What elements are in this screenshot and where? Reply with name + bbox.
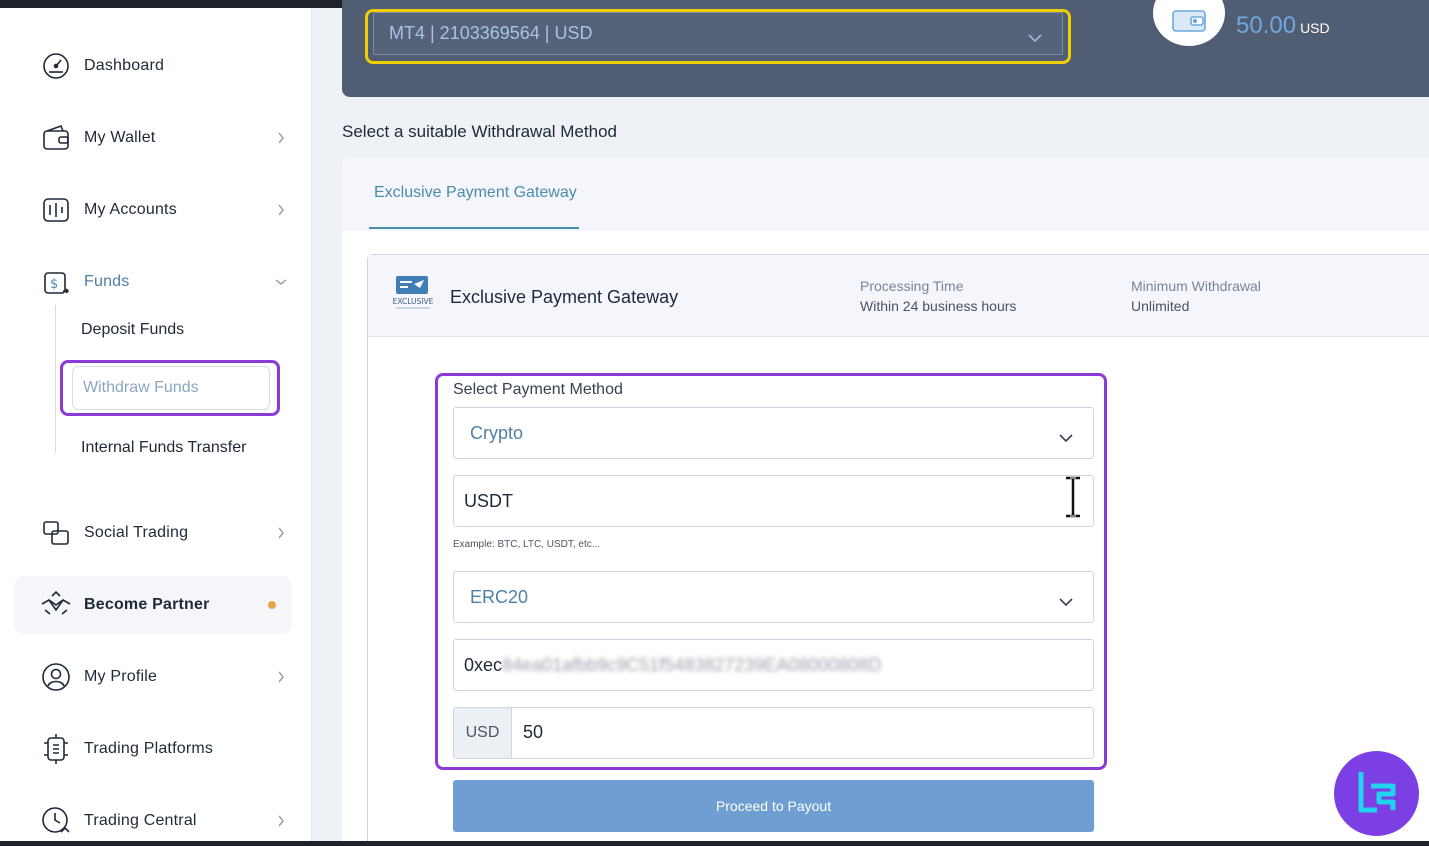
gateway-name: Exclusive Payment Gateway xyxy=(450,287,679,307)
wallet-icon xyxy=(1171,9,1207,38)
chevron-down-icon xyxy=(1059,591,1073,612)
brand-logo xyxy=(1334,751,1419,836)
balance-currency: USD xyxy=(1300,20,1330,36)
chevron-right-icon xyxy=(274,670,288,684)
sidebar-item-trading-platforms[interactable]: Trading Platforms xyxy=(14,720,292,778)
currency-hint: Example: BTC, LTC, USDT, etc... xyxy=(453,539,601,550)
sidebar-item-become-partner[interactable]: Become Partner xyxy=(14,576,292,634)
sidebar-item-trading-central[interactable]: Trading Central xyxy=(14,792,292,846)
sidebar-item-label: My Accounts xyxy=(84,201,177,218)
funds-transfer-icon: $ xyxy=(34,260,78,304)
sidebar-subitem-deposit-funds[interactable]: Deposit Funds xyxy=(81,321,184,339)
platform-chip-icon xyxy=(34,727,78,771)
sidebar-item-label: Trading Platforms xyxy=(84,740,214,757)
chevron-right-icon xyxy=(274,814,288,828)
amount-value: 50 xyxy=(523,722,544,742)
sidebar-item-label: My Profile xyxy=(84,668,158,685)
minimum-withdrawal-value: Unlimited xyxy=(1131,298,1190,314)
crypto-currency-value: USDT xyxy=(464,490,513,511)
wallet-address-input[interactable]: 0xec 84ea01afbb9c9C51f5483827239EA0800080… xyxy=(453,639,1094,691)
chevron-down-icon xyxy=(1028,27,1042,48)
user-profile-icon xyxy=(34,655,78,699)
exclusive-gateway-logo: EXCLUSIVE xyxy=(390,274,436,314)
network-value: ERC20 xyxy=(470,586,529,607)
chevron-down-icon xyxy=(274,275,288,289)
sidebar-item-label: Dashboard xyxy=(84,57,165,74)
sidebar-item-social-trading[interactable]: Social Trading xyxy=(14,504,292,562)
tab-exclusive-payment-gateway[interactable]: Exclusive Payment Gateway xyxy=(374,184,577,202)
social-trading-icon xyxy=(34,511,78,555)
amount-currency-prefix: USD xyxy=(454,708,512,758)
sidebar-item-my-wallet[interactable]: My Wallet xyxy=(14,109,292,167)
network-select[interactable]: ERC20 xyxy=(453,571,1094,623)
active-tab-indicator xyxy=(369,227,579,229)
chevron-down-icon xyxy=(1059,427,1073,448)
sidebar-item-funds[interactable]: $ Funds xyxy=(14,253,292,311)
sidebar-subitem-withdraw-funds[interactable]: Withdraw Funds xyxy=(72,366,270,410)
crypto-currency-input[interactable]: USDT xyxy=(453,475,1094,527)
chevron-right-icon xyxy=(274,131,288,145)
minimum-withdrawal-label: Minimum Withdrawal xyxy=(1131,278,1261,294)
wallet-icon xyxy=(34,116,78,160)
chevron-right-icon xyxy=(274,203,288,217)
account-select-value: MT4 | 2103369564 | USD xyxy=(389,23,593,43)
text-cursor-icon xyxy=(1062,476,1084,518)
logo-text: EXCLUSIVE xyxy=(393,297,434,306)
account-select[interactable]: MT4 | 2103369564 | USD xyxy=(373,12,1063,55)
window-bottom-strip xyxy=(0,841,1429,846)
submenu-guide-line xyxy=(55,305,56,453)
sidebar-item-label: Social Trading xyxy=(84,524,189,541)
sidebar-subitem-internal-funds-transfer[interactable]: Internal Funds Transfer xyxy=(81,439,246,457)
sidebar-item-dashboard[interactable]: Dashboard xyxy=(14,37,292,95)
sidebar-item-label: My Wallet xyxy=(84,129,156,146)
dashboard-gauge-icon xyxy=(34,44,78,88)
sidebar-item-my-profile[interactable]: My Profile xyxy=(14,648,292,706)
accounts-icon xyxy=(34,188,78,232)
payment-method-label: Select Payment Method xyxy=(453,381,623,398)
proceed-to-payout-button[interactable]: Proceed to Payout xyxy=(453,780,1094,832)
payment-method-select[interactable]: Crypto xyxy=(453,407,1094,459)
sidebar-item-my-accounts[interactable]: My Accounts xyxy=(14,181,292,239)
account-balance: 50.00 USD xyxy=(1236,12,1330,40)
processing-time-label: Processing Time xyxy=(860,278,964,294)
balance-value: 50.00 xyxy=(1236,12,1297,39)
amount-input[interactable] xyxy=(453,707,1094,759)
payment-method-value: Crypto xyxy=(470,422,524,443)
wallet-address-redacted: 84ea01afbb9c9C51f5483827239EA08000808D xyxy=(502,654,882,675)
notification-dot xyxy=(268,601,276,609)
wallet-address-prefix: 0xec xyxy=(464,654,503,675)
sidebar-item-label: Become Partner xyxy=(84,596,210,613)
svg-text:$: $ xyxy=(50,277,58,292)
handshake-icon xyxy=(34,583,78,627)
sidebar-item-label: Trading Central xyxy=(84,812,197,829)
section-title: Select a suitable Withdrawal Method xyxy=(342,122,617,141)
chevron-right-icon xyxy=(274,526,288,540)
processing-time-value: Within 24 business hours xyxy=(860,298,1017,314)
sidebar-item-label: Funds xyxy=(84,273,130,290)
clock-chart-icon xyxy=(34,799,78,843)
